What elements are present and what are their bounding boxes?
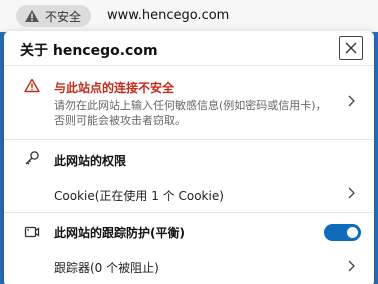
trackers-label: 跟踪器(0 个被阻止): [54, 261, 159, 275]
cookies-label: Cookie(正在使用 1 个 Cookie): [54, 189, 224, 203]
browser-window: 不安全 www.hencego.com 关于 hencego.com 与此站点的…: [0, 0, 378, 284]
divider: [4, 212, 374, 213]
panel-title: 关于 hencego.com: [20, 43, 158, 59]
url-text[interactable]: www.hencego.com: [107, 8, 229, 23]
permissions-section-title: 此网站的权限: [54, 154, 127, 168]
connection-warning-title: 与此站点的连接不安全: [54, 81, 175, 95]
site-info-panel: 关于 hencego.com 与此站点的连接不安全 请勿在此网站上输入任何敏感信…: [4, 31, 374, 284]
toggle-knob: [347, 227, 358, 238]
divider: [4, 65, 374, 66]
warning-description-line: 请勿在此网站上输入任何敏感信息(例如密码或信用卡)，: [54, 99, 327, 112]
close-button[interactable]: [339, 36, 363, 60]
connection-warning-description: 请勿在此网站上输入任何敏感信息(例如密码或信用卡)， 否则可能会被攻击者窃取。: [54, 98, 339, 128]
security-status-label: 不安全: [45, 9, 82, 24]
tracking-section-title: 此网站的跟踪防护(平衡): [54, 226, 185, 240]
tracking-prevention-toggle[interactable]: [324, 224, 361, 241]
key-icon: [24, 150, 40, 166]
warning-description-line: 否则可能会被攻击者窃取。: [54, 114, 186, 127]
warning-triangle-icon: [24, 78, 40, 93]
chevron-right-icon: [347, 187, 355, 199]
warning-triangle-icon: [24, 9, 40, 23]
site-security-button[interactable]: 不安全: [16, 5, 92, 27]
tracking-prevention-icon: [24, 224, 40, 240]
close-icon: [344, 41, 358, 55]
chevron-right-icon: [347, 260, 355, 272]
address-bar: 不安全 www.hencego.com: [0, 0, 378, 32]
divider: [4, 139, 374, 140]
chevron-right-icon: [347, 95, 355, 107]
